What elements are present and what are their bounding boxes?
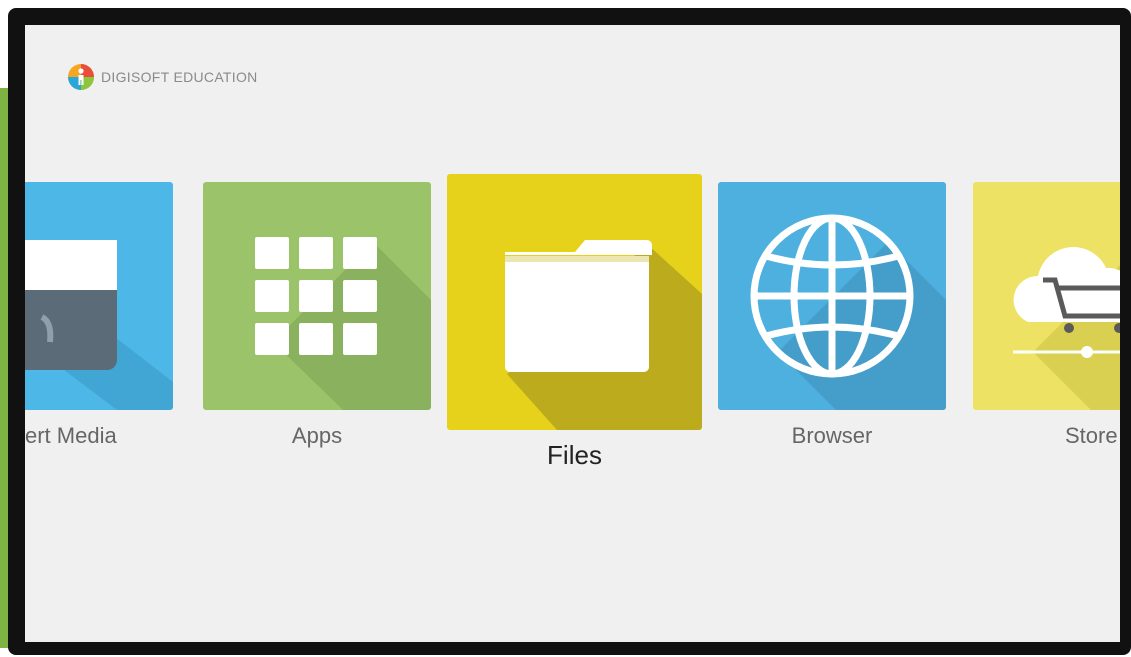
brand-header: DIGISOFT EDUCATION <box>67 63 258 91</box>
launcher-label-store: Store <box>1065 423 1118 448</box>
launcher-tile-smart-media[interactable] <box>25 182 173 410</box>
launcher-tile-files[interactable] <box>447 174 702 430</box>
launcher-tile-store[interactable] <box>973 182 1120 410</box>
digisoft-logo-icon <box>68 64 94 90</box>
cloud-cart-icon <box>1013 247 1120 410</box>
smart-media-icon <box>25 240 173 410</box>
launcher-screen: DIGISOFT EDUCATION ert Media Apps Files … <box>25 25 1120 642</box>
apps-grid-icon <box>255 237 431 410</box>
launcher-label-files: Files <box>547 440 602 470</box>
launcher-tile-apps[interactable] <box>203 182 431 410</box>
launcher-label-apps: Apps <box>291 423 343 448</box>
launcher-label-browser: Browser <box>791 423 873 448</box>
folder-icon <box>505 240 702 430</box>
launcher-label-smart-media: ert Media <box>25 423 117 448</box>
launcher-tile-browser[interactable] <box>718 182 946 410</box>
brand-name: DIGISOFT EDUCATION <box>101 69 258 85</box>
globe-icon <box>750 214 946 410</box>
